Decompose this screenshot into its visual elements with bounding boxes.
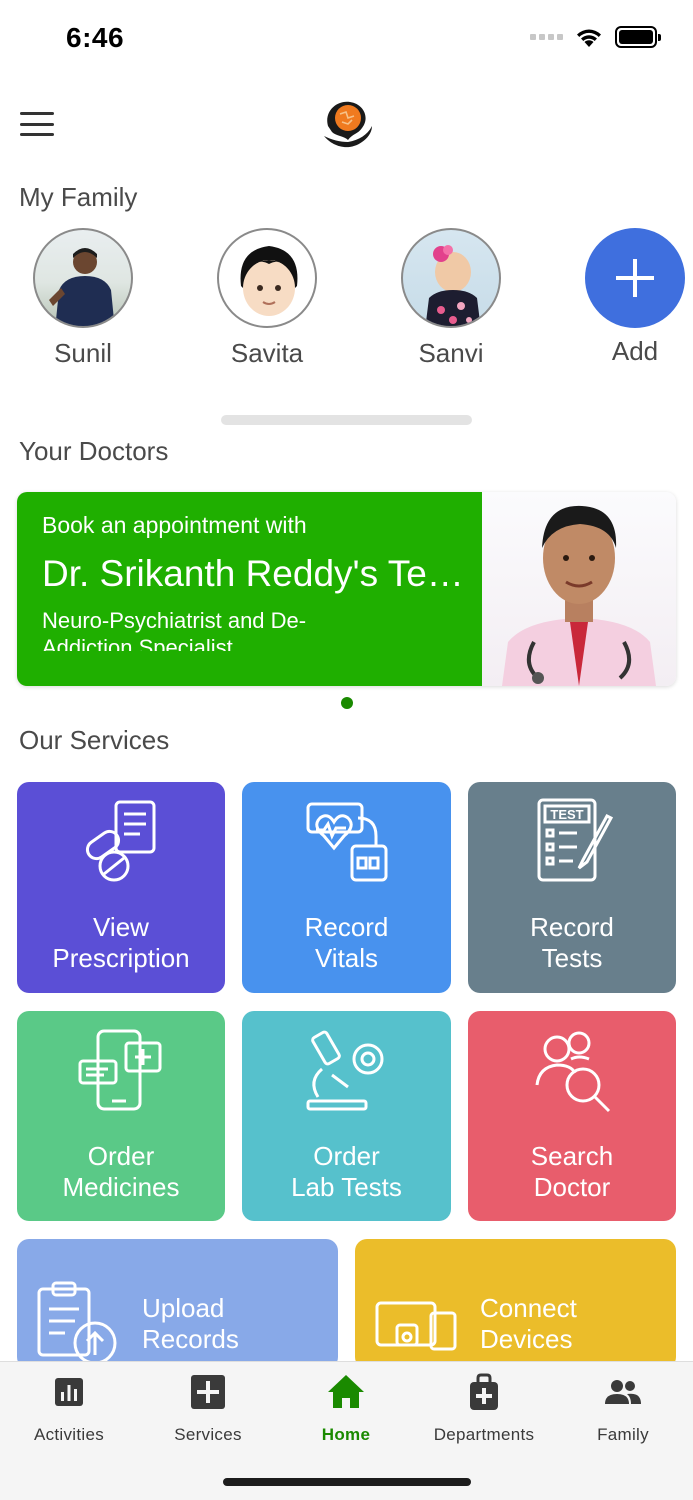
upload-records-icon: [37, 1281, 117, 1365]
doctor-photo: [482, 492, 676, 686]
family-member-savita[interactable]: Savita: [212, 228, 322, 369]
nav-label: Departments: [433, 1425, 535, 1444]
test-icon: TEST: [537, 798, 614, 882]
doctor-appointment-card[interactable]: Book an appointment with Dr. Srikanth Re…: [17, 492, 676, 686]
search-doctor-tile[interactable]: Search Doctor: [468, 1011, 676, 1221]
battery-icon: [615, 26, 661, 48]
plus-icon: [585, 228, 685, 328]
tile-label: Upload Records: [142, 1293, 239, 1354]
member-name: Sunil: [54, 338, 112, 368]
doctor-name: Dr. Srikanth Reddy's Te…: [42, 553, 464, 594]
cellular-signal-icon: [530, 34, 563, 40]
status-time: 6:46: [66, 22, 125, 53]
home-icon: [328, 1375, 364, 1408]
nav-label: Services: [174, 1425, 242, 1444]
member-name: Sanvi: [418, 338, 484, 368]
view-prescription-tile[interactable]: View Prescription: [17, 782, 225, 993]
doctor-specialty: Neuro-Psychiatrist and De-Addiction Spec…: [42, 608, 307, 651]
my-family-title: My Family: [19, 182, 138, 212]
avatar: [33, 228, 133, 328]
order-lab-tests-tile[interactable]: Order Lab Tests: [242, 1011, 451, 1221]
add-family-member-button[interactable]: Add: [580, 228, 690, 367]
tile-label: Search Doctor: [530, 1141, 614, 1202]
family-member-sunil[interactable]: Sunil: [28, 228, 138, 369]
tile-label: Connect Devices: [480, 1293, 577, 1354]
nav-label: Family: [597, 1425, 649, 1444]
status-icons: [530, 26, 661, 48]
tile-label: Record Tests: [530, 912, 614, 973]
home-indicator: [223, 1478, 471, 1486]
microscope-icon: [306, 1030, 383, 1111]
record-vitals-tile[interactable]: Record Vitals: [242, 782, 451, 993]
status-bar: 6:46: [0, 0, 693, 80]
search-doctor-icon: [535, 1031, 611, 1113]
order-medicines-tile[interactable]: Order Medicines: [17, 1011, 225, 1221]
horizontal-scroll-indicator: [221, 415, 472, 425]
nav-home[interactable]: Home: [277, 1372, 415, 1445]
avatar: [401, 228, 501, 328]
people-icon: [605, 1380, 641, 1404]
record-tests-tile[interactable]: TEST Record Tests: [468, 782, 676, 993]
tile-label: Order Medicines: [62, 1141, 180, 1202]
doctor-card-intro: Book an appointment with: [42, 512, 307, 538]
nav-departments[interactable]: Departments: [415, 1372, 553, 1445]
add-label: Add: [611, 336, 659, 366]
avatar: [217, 228, 317, 328]
carousel-dot-active[interactable]: [341, 697, 353, 709]
vitals-icon: [306, 802, 387, 882]
nav-label: Home: [321, 1425, 371, 1444]
plus-square-icon: [191, 1375, 225, 1409]
prescription-icon: [85, 800, 156, 882]
wifi-icon: [577, 29, 601, 47]
svg-text:TEST: TEST: [550, 807, 583, 822]
nav-label: Activities: [33, 1425, 105, 1444]
chart-icon: [55, 1378, 83, 1406]
family-member-sanvi[interactable]: Sanvi: [396, 228, 506, 369]
doctor-card-info: Book an appointment with Dr. Srikanth Re…: [17, 492, 482, 686]
medical-bag-icon: [470, 1373, 498, 1410]
connect-devices-tile[interactable]: Connect Devices: [355, 1239, 676, 1369]
nav-activities[interactable]: Activities: [0, 1372, 138, 1445]
family-row: Sunil Savita Sanvi Add: [0, 228, 693, 378]
tile-label: Order Lab Tests: [291, 1141, 402, 1202]
upload-records-tile[interactable]: Upload Records: [17, 1239, 338, 1369]
our-services-title: Our Services: [19, 725, 170, 755]
your-doctors-title: Your Doctors: [19, 436, 169, 466]
tile-label: Record Vitals: [304, 912, 389, 973]
member-name: Savita: [230, 338, 304, 368]
devices-icon: [375, 1301, 457, 1351]
hamburger-menu-button[interactable]: [20, 112, 54, 136]
medicines-icon: [78, 1029, 162, 1111]
nav-services[interactable]: Services: [139, 1372, 277, 1445]
nav-family[interactable]: Family: [554, 1372, 692, 1445]
app-logo-icon: [324, 101, 372, 148]
tile-label: View Prescription: [52, 912, 190, 973]
